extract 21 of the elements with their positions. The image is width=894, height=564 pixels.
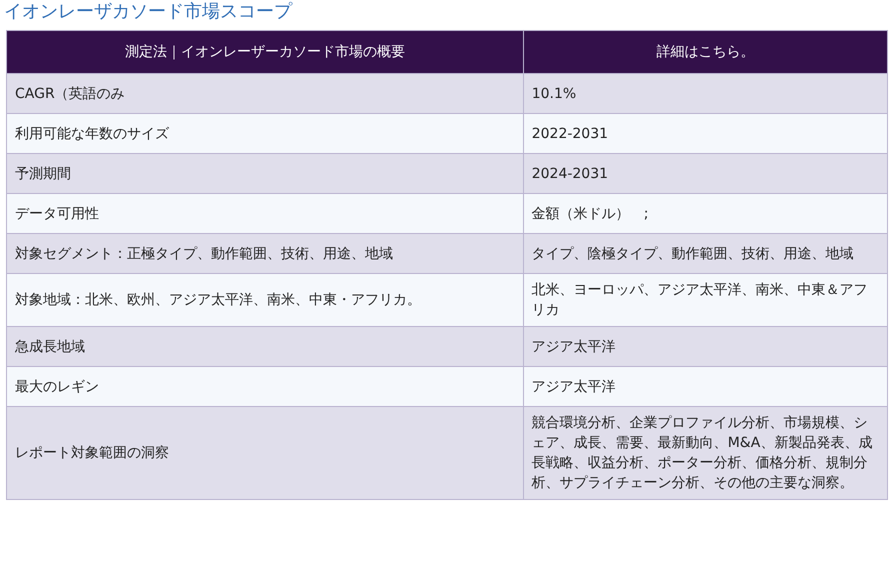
table-cell: レポート対象範囲の洞察: [6, 406, 524, 500]
table-cell: 急成長地域: [6, 326, 524, 366]
table-cell: アジア太平洋: [523, 366, 888, 406]
table-cell: 2024-2031: [523, 154, 888, 194]
table-cell: 10.1%: [523, 74, 888, 114]
table-cell: 対象地域：北米、欧州、アジア太平洋、南米、中東・アフリカ。: [6, 274, 524, 326]
table-cell: 2022-2031: [523, 114, 888, 154]
column-header: 詳細はこちら。: [523, 30, 888, 74]
table-cell: 予測期間: [6, 154, 524, 194]
section-title: イオンレーザカソード市場スコープ: [3, 0, 294, 24]
table-cell: 利用可能な年数のサイズ: [6, 114, 524, 154]
table-cell: タイプ、陰極タイプ、動作範囲、技術、用途、地域: [523, 234, 888, 274]
table-cell: 金額（米ドル） ;: [523, 194, 888, 234]
table-cell: 競合環境分析、企業プロファイル分析、市場規模、シェア、成長、需要、最新動向、M&A、新製品発表、成長戦略、収益分析、ポーター分析、価格分析、規制分析、サプライチェーン分析、その他の主要な洞察。: [523, 406, 888, 500]
table-cell: CAGR（英語のみ: [6, 74, 524, 114]
table-cell: 北米、ヨーロッパ、アジア太平洋、南米、中東＆アフリカ: [523, 274, 888, 326]
table-cell: データ可用性: [6, 194, 524, 234]
table-cell: アジア太平洋: [523, 326, 888, 366]
column-header: 測定法｜イオンレーザーカソード市場の概要: [6, 30, 524, 74]
table-cell: 対象セグメント：正極タイプ、動作範囲、技術、用途、地域: [6, 234, 524, 274]
table-cell: 最大のレギン: [6, 366, 524, 406]
